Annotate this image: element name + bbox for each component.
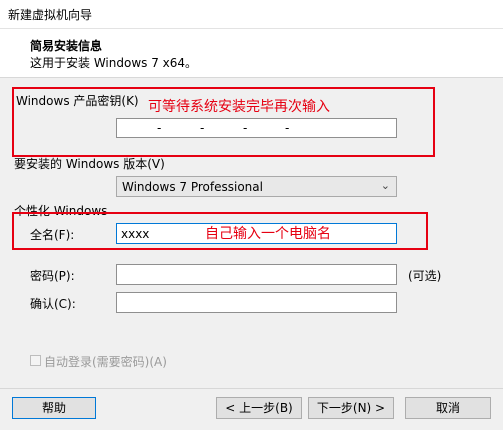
auto-login-checkbox[interactable] — [30, 355, 41, 366]
window-title: 新建虚拟机向导 — [8, 8, 93, 22]
password-optional-note: (可选) — [408, 269, 442, 283]
help-button[interactable]: 帮助 — [12, 397, 96, 419]
wizard-header: 简易安装信息 这用于安装 Windows 7 x64。 — [0, 29, 503, 78]
next-button[interactable]: 下一步(N) > — [308, 397, 394, 419]
annotation-key-note: 可等待系统安装完毕再次输入 — [148, 99, 330, 115]
title-bar: 新建虚拟机向导 — [0, 0, 503, 29]
version-selected: Windows 7 Professional — [122, 180, 263, 194]
back-button[interactable]: < 上一步(B) — [216, 397, 302, 419]
version-label: 要安装的 Windows 版本(V) — [14, 157, 165, 171]
password-label: 密码(P): — [30, 269, 75, 283]
confirm-password-input[interactable] — [116, 292, 397, 313]
chevron-down-icon: ⌄ — [380, 179, 390, 192]
auto-login-label: 自动登录(需要密码)(A) — [44, 355, 167, 369]
footer-divider — [0, 388, 503, 389]
page-subtitle: 这用于安装 Windows 7 x64。 — [30, 56, 198, 70]
cancel-button[interactable]: 取消 — [405, 397, 491, 419]
password-input[interactable] — [116, 264, 397, 285]
confirm-label: 确认(C): — [30, 297, 76, 311]
version-select[interactable]: Windows 7 Professional ⌄ — [116, 176, 397, 197]
annotation-name-note: 自己输入一个电脑名 — [205, 226, 331, 242]
page-title: 简易安装信息 — [30, 39, 103, 53]
